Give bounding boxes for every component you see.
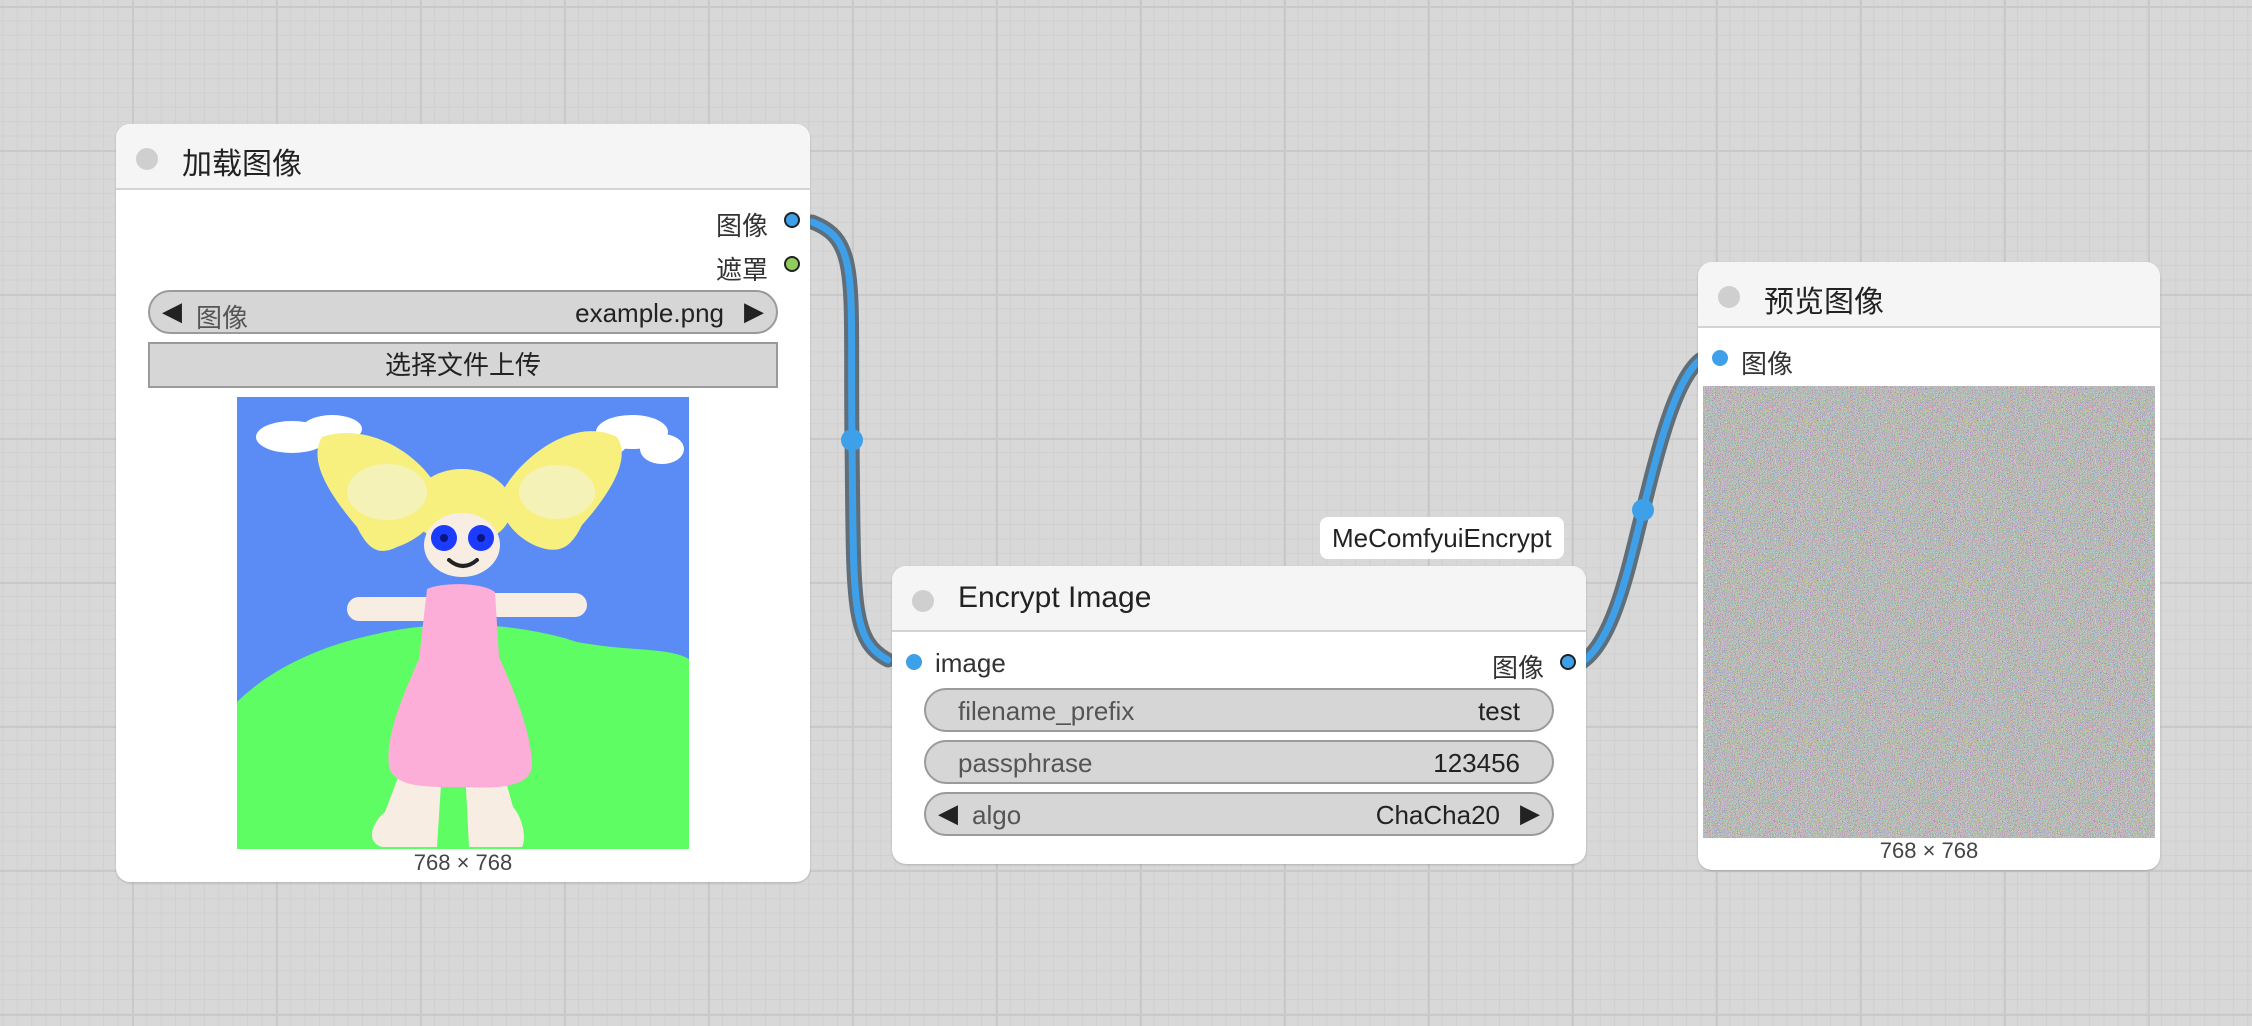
link-midpoint-handle[interactable] <box>841 429 863 451</box>
previous-arrow-icon[interactable]: ◀ <box>162 296 182 327</box>
passphrase-field[interactable]: passphrase 123456 <box>924 740 1554 784</box>
load-image-node[interactable]: 加载图像 图像 遮罩 ◀ 图像 example.png ▶ 选择文件上传 768… <box>116 124 810 882</box>
output-label-image: 图像 <box>715 211 768 241</box>
output-slot-image-icon[interactable] <box>1560 654 1576 670</box>
widget-value: test <box>1478 696 1520 726</box>
encrypted-noise-preview <box>1703 386 2155 838</box>
collapse-toggle-icon[interactable] <box>912 590 934 612</box>
output-slot-image-icon[interactable] <box>784 212 800 228</box>
collapse-toggle-icon[interactable] <box>136 148 158 170</box>
encrypt-image-node[interactable]: Encrypt Image image 图像 filename_prefix t… <box>892 566 1586 864</box>
link-encrypt-to-preview[interactable] <box>1574 352 1708 670</box>
output-slot-mask-icon[interactable] <box>784 256 800 272</box>
upload-button[interactable]: 选择文件上传 <box>148 342 778 388</box>
input-slot-image-icon[interactable] <box>1712 350 1728 366</box>
filename-prefix-field[interactable]: filename_prefix test <box>924 688 1554 732</box>
widget-label: 图像 <box>196 303 249 333</box>
node-badge: MeComfyuiEncrypt <box>1320 517 1564 559</box>
widget-value: example.png <box>575 298 724 328</box>
algo-select[interactable]: ◀ algo ChaCha20 ▶ <box>924 792 1554 836</box>
widget-label: filename_prefix <box>958 696 1135 726</box>
node-title: Encrypt Image <box>958 581 1152 614</box>
link-midpoint-handle[interactable] <box>1632 499 1654 521</box>
next-arrow-icon[interactable]: ▶ <box>1520 798 1540 829</box>
widget-value: ChaCha20 <box>1375 800 1500 830</box>
output-label-image: 图像 <box>1491 653 1544 683</box>
preview-image-node[interactable]: 预览图像 图像 768 × 768 <box>1698 262 2160 870</box>
node-title: 预览图像 <box>1764 286 1884 319</box>
collapse-toggle-icon[interactable] <box>1718 286 1740 308</box>
image-file-select[interactable]: ◀ 图像 example.png ▶ <box>148 290 778 334</box>
link-load-to-encrypt[interactable] <box>804 214 896 668</box>
image-dimensions: 768 × 768 <box>413 850 513 875</box>
input-slot-image-icon[interactable] <box>906 654 922 670</box>
node-header[interactable]: 预览图像 <box>1698 262 2160 328</box>
node-header[interactable]: Encrypt Image <box>892 566 1586 632</box>
input-label-image: image <box>935 648 1006 678</box>
image-dimensions: 768 × 768 <box>1879 838 1979 863</box>
node-title: 加载图像 <box>182 148 302 181</box>
input-label-image: 图像 <box>1741 349 1794 379</box>
widget-label: passphrase <box>958 748 1093 778</box>
widget-label: algo <box>972 800 1022 830</box>
node-header[interactable]: 加载图像 <box>116 124 810 190</box>
next-arrow-icon[interactable]: ▶ <box>744 296 764 327</box>
loaded-image-preview <box>237 397 689 849</box>
previous-arrow-icon[interactable]: ◀ <box>938 798 958 829</box>
widget-value: 123456 <box>1433 748 1520 778</box>
output-label-mask: 遮罩 <box>715 255 768 285</box>
